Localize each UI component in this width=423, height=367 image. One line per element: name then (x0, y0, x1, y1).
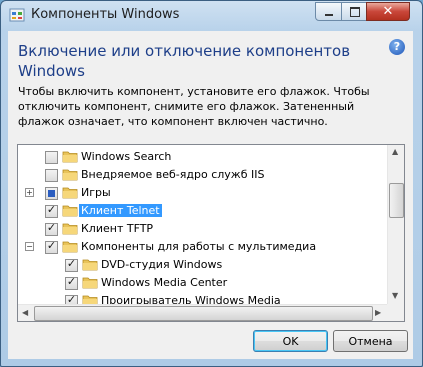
help-icon[interactable]: ? (389, 39, 405, 55)
feature-checkbox[interactable] (45, 169, 58, 182)
partial-check-icon (48, 190, 55, 197)
scroll-left-icon[interactable]: ◀ (22, 308, 28, 317)
tree-item[interactable]: ✓ Клиент Telnet (18, 202, 390, 220)
scrollbar-corner (387, 304, 404, 321)
vertical-scroll-thumb[interactable] (389, 183, 404, 218)
tree-item[interactable]: ✓ Клиент TFTP (18, 220, 390, 238)
close-icon: ✕ (382, 4, 394, 19)
window-title: Компоненты Windows (31, 7, 180, 22)
feature-checkbox[interactable]: ✓ (65, 257, 78, 272)
tree-item-label: DVD-студия Windows (101, 258, 223, 271)
folder-icon (62, 169, 78, 181)
tree-item-label: Компоненты для работы с мультимедиа (81, 240, 317, 253)
feature-checkbox[interactable]: ✓ (45, 239, 58, 254)
collapse-icon[interactable]: − (25, 242, 34, 251)
close-button[interactable]: ✕ (366, 2, 410, 21)
tree-item[interactable]: Windows Search (18, 148, 390, 166)
feature-checkbox[interactable]: ✓ (65, 275, 78, 290)
tree-item[interactable]: ✓ DVD-студия Windows (18, 256, 390, 274)
minimize-icon (325, 14, 333, 16)
tree-item[interactable]: − ✓ Компоненты для работы с мультимедиа (18, 238, 390, 256)
tree-item[interactable]: Внедряемое веб-ядро служб IIS (18, 166, 390, 184)
tree-item-label: Windows Search (81, 150, 172, 163)
feature-checkbox[interactable]: ✓ (45, 221, 58, 236)
checkmark-icon: ✓ (66, 275, 77, 288)
windows-features-icon (9, 8, 25, 22)
cancel-button[interactable]: Отмена (333, 330, 408, 352)
maximize-button[interactable] (341, 2, 367, 21)
folder-icon (62, 241, 78, 253)
feature-checkbox[interactable] (45, 187, 58, 200)
dialog-window: Компоненты Windows ✕ Включение или отклю… (0, 0, 423, 367)
tree-item-label: Игры (81, 186, 111, 199)
folder-icon (82, 259, 98, 271)
tree-item[interactable]: ✓ Windows Media Center (18, 274, 390, 292)
checkmark-icon: ✓ (46, 221, 57, 234)
scroll-down-icon[interactable]: ▼ (392, 291, 398, 300)
horizontal-scroll-thumb[interactable] (34, 306, 373, 321)
folder-icon (62, 205, 78, 217)
checkmark-icon: ✓ (66, 257, 77, 270)
tree-item-label: Клиент TFTP (81, 222, 154, 235)
tree-item[interactable]: + Игры (18, 184, 390, 202)
tree-item-label: Внедряемое веб-ядро служб IIS (81, 168, 265, 181)
horizontal-scrollbar[interactable]: ◀ ▶ (18, 304, 387, 321)
vertical-scrollbar[interactable]: ▲ ▼ (387, 145, 404, 304)
instructions-text: Чтобы включить компонент, установите его… (18, 85, 370, 128)
folder-icon (62, 187, 78, 199)
expand-icon[interactable]: + (25, 188, 34, 197)
page-title: Включение или отключение компонентов Win… (18, 42, 351, 80)
dialog-client-area: Включение или отключение компонентов Win… (8, 31, 413, 359)
feature-checkbox[interactable] (45, 151, 58, 164)
feature-checkbox[interactable]: ✓ (45, 203, 58, 218)
checkmark-icon: ✓ (46, 239, 57, 252)
maximize-icon (350, 7, 360, 17)
tree-item-label: Windows Media Center (101, 276, 228, 289)
tree-item-label: Клиент Telnet (79, 204, 162, 217)
checkmark-icon: ✓ (46, 203, 57, 216)
scroll-up-icon[interactable]: ▲ (392, 147, 398, 156)
scroll-right-icon[interactable]: ▶ (375, 308, 381, 317)
folder-icon (62, 223, 78, 235)
ok-button[interactable]: OK (253, 330, 328, 352)
features-tree[interactable]: Windows Search Внедряемое веб-ядро служб … (17, 144, 405, 322)
folder-icon (62, 151, 78, 163)
minimize-button[interactable] (315, 2, 342, 21)
folder-icon (82, 277, 98, 289)
title-bar[interactable]: Компоненты Windows ✕ (1, 1, 422, 31)
